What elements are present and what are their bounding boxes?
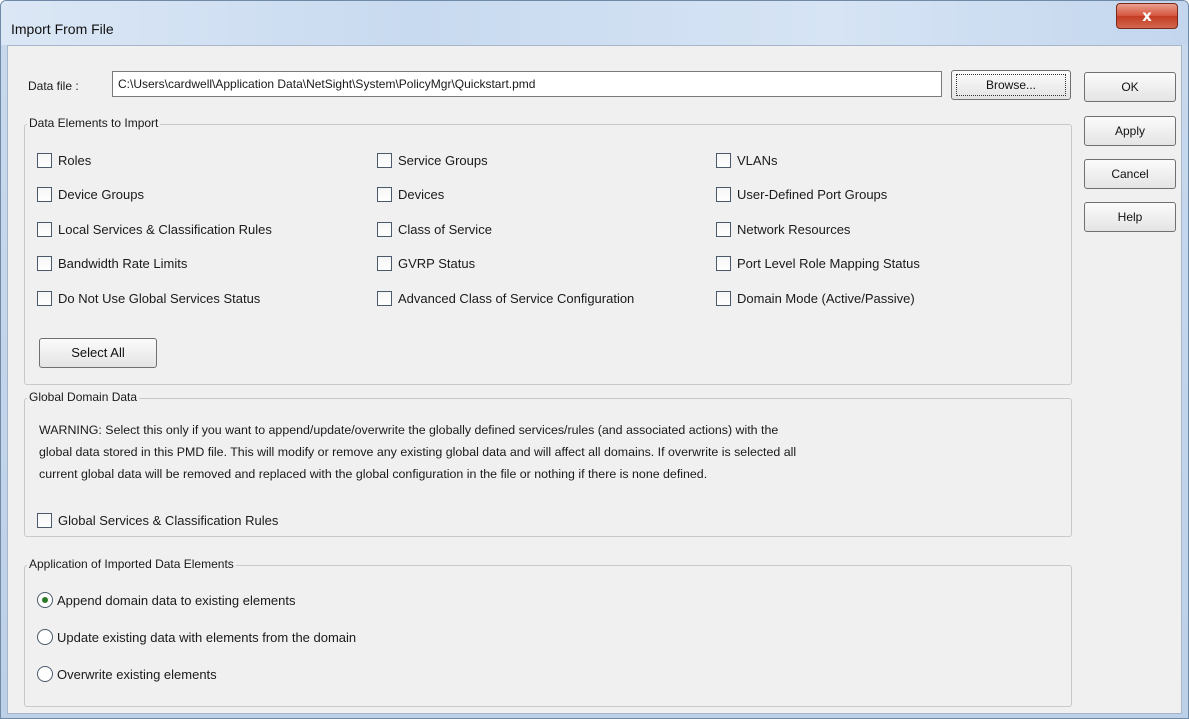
close-button[interactable]: x (1116, 3, 1178, 29)
checkbox-label: Do Not Use Global Services Status (58, 291, 261, 306)
dialog-body: Data file : C:\Users\cardwell\Applicatio… (7, 45, 1182, 714)
checkbox-port-level-role-mapping[interactable]: Port Level Role Mapping Status (716, 256, 920, 274)
checkbox-box[interactable] (37, 153, 52, 168)
application-group-title: Application of Imported Data Elements (27, 557, 236, 571)
cancel-button[interactable]: Cancel (1084, 159, 1176, 189)
checkbox-label: User-Defined Port Groups (737, 187, 888, 202)
checkbox-box[interactable] (37, 291, 52, 306)
radio-label: Overwrite existing elements (57, 667, 217, 682)
checkbox-box[interactable] (716, 153, 731, 168)
checkbox-vlans[interactable]: VLANs (716, 153, 777, 171)
warning-line: WARNING: Select this only if you want to… (39, 423, 779, 437)
global-domain-group-title: Global Domain Data (27, 390, 140, 404)
checkbox-box[interactable] (377, 153, 392, 168)
radio-update[interactable]: Update existing data with elements from … (37, 629, 356, 647)
checkbox-do-not-use-global-services[interactable]: Do Not Use Global Services Status (37, 291, 260, 309)
checkbox-label: Domain Mode (Active/Passive) (737, 291, 915, 306)
checkbox-box[interactable] (37, 256, 52, 271)
global-domain-group: Global Domain Data WARNING: Select this … (24, 390, 1072, 537)
checkbox-box[interactable] (716, 291, 731, 306)
global-warning-text: WARNING: Select this only if you want to… (39, 419, 1079, 485)
ok-button[interactable]: OK (1084, 72, 1176, 102)
radio-overwrite[interactable]: Overwrite existing elements (37, 666, 217, 684)
apply-button[interactable]: Apply (1084, 116, 1176, 146)
checkbox-devices[interactable]: Devices (377, 187, 444, 205)
checkbox-domain-mode[interactable]: Domain Mode (Active/Passive) (716, 291, 915, 309)
radio-label: Append domain data to existing elements (57, 593, 296, 608)
data-elements-group-title: Data Elements to Import (27, 116, 161, 130)
title-bar[interactable]: Import From File x (1, 1, 1188, 45)
checkbox-label: Devices (398, 187, 445, 202)
checkbox-box[interactable] (37, 222, 52, 237)
checkbox-roles[interactable]: Roles (37, 153, 91, 171)
checkbox-label: Roles (58, 153, 92, 168)
radio-append[interactable]: Append domain data to existing elements (37, 592, 296, 610)
checkbox-label: VLANs (737, 153, 778, 168)
checkbox-service-groups[interactable]: Service Groups (377, 153, 488, 171)
checkbox-box[interactable] (37, 187, 52, 202)
checkbox-label: Port Level Role Mapping Status (737, 256, 920, 271)
warning-line: global data stored in this PMD file. Thi… (39, 445, 797, 459)
radio-icon[interactable] (37, 666, 53, 682)
checkbox-label: Global Services & Classification Rules (58, 513, 279, 528)
checkbox-device-groups[interactable]: Device Groups (37, 187, 144, 205)
help-button[interactable]: Help (1084, 202, 1176, 232)
select-all-button[interactable]: Select All (39, 338, 157, 368)
radio-label: Update existing data with elements from … (57, 630, 357, 645)
data-file-label: Data file : (28, 79, 79, 93)
checkbox-label: Advanced Class of Service Configuration (398, 291, 635, 306)
radio-icon[interactable] (37, 629, 53, 645)
application-group: Application of Imported Data Elements Ap… (24, 557, 1072, 707)
checkbox-user-defined-port-groups[interactable]: User-Defined Port Groups (716, 187, 887, 205)
checkbox-label: Network Resources (737, 222, 851, 237)
checkbox-box[interactable] (716, 187, 731, 202)
checkbox-gvrp-status[interactable]: GVRP Status (377, 256, 475, 274)
checkbox-label: GVRP Status (398, 256, 476, 271)
data-elements-group: Data Elements to Import Roles Service Gr… (24, 116, 1072, 385)
browse-button[interactable]: Browse... (951, 70, 1071, 100)
checkbox-advanced-class-of-service[interactable]: Advanced Class of Service Configuration (377, 291, 634, 309)
checkbox-class-of-service[interactable]: Class of Service (377, 222, 492, 240)
browse-button-label: Browse... (956, 74, 1066, 96)
checkbox-box[interactable] (377, 256, 392, 271)
checkbox-box[interactable] (37, 513, 52, 528)
checkbox-global-services[interactable]: Global Services & Classification Rules (37, 513, 278, 531)
checkbox-box[interactable] (716, 256, 731, 271)
checkbox-label: Device Groups (58, 187, 144, 202)
checkbox-box[interactable] (716, 222, 731, 237)
checkbox-label: Local Services & Classification Rules (58, 222, 272, 237)
warning-line: current global data will be removed and … (39, 467, 708, 481)
window-title: Import From File (11, 21, 114, 37)
checkbox-local-services[interactable]: Local Services & Classification Rules (37, 222, 272, 240)
import-from-file-dialog: Import From File x Data file : C:\Users\… (0, 0, 1189, 719)
checkbox-label: Bandwidth Rate Limits (58, 256, 188, 271)
checkbox-box[interactable] (377, 291, 392, 306)
checkbox-bandwidth-rate-limits[interactable]: Bandwidth Rate Limits (37, 256, 187, 274)
checkbox-label: Service Groups (398, 153, 488, 168)
checkbox-label: Class of Service (398, 222, 492, 237)
checkbox-box[interactable] (377, 222, 392, 237)
radio-selected-icon[interactable] (37, 592, 53, 608)
checkbox-network-resources[interactable]: Network Resources (716, 222, 850, 240)
checkbox-box[interactable] (377, 187, 392, 202)
data-file-field[interactable]: C:\Users\cardwell\Application Data\NetSi… (112, 71, 942, 97)
